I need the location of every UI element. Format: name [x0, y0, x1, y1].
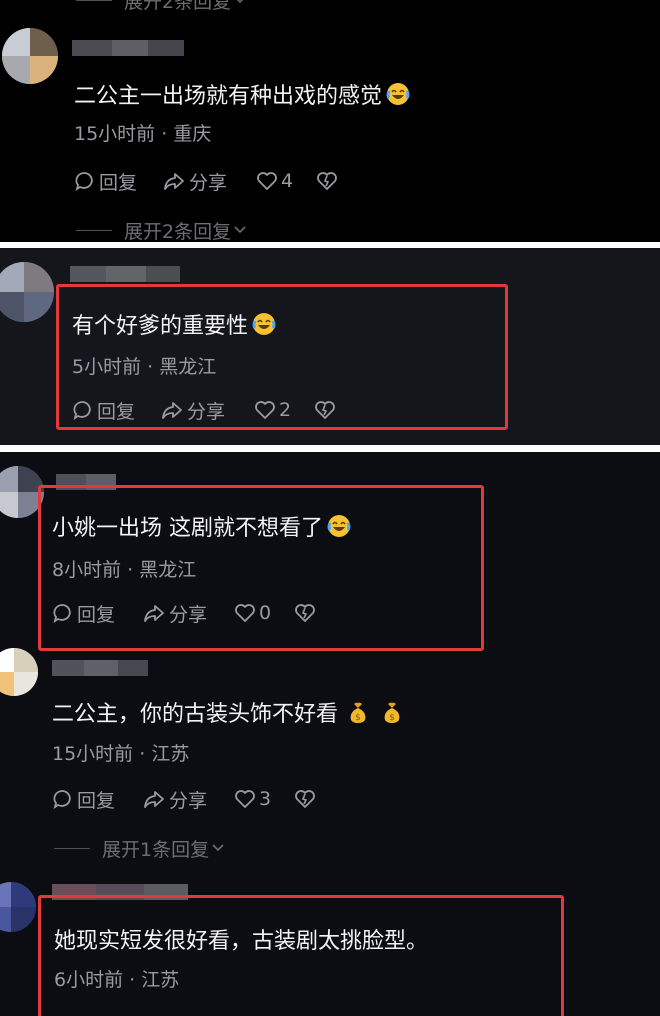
- avatar[interactable]: [0, 262, 54, 322]
- comment-panel-1: 展开2条回复 二公主一出场就有种出戏的感觉 15小时前 · 重庆 回复 分享 4: [0, 0, 660, 242]
- username-blurred[interactable]: [70, 266, 180, 282]
- separator-dot: ·: [139, 743, 146, 765]
- expand-replies-top[interactable]: 展开2条回复: [76, 0, 247, 13]
- reply-label: 回复: [99, 171, 138, 194]
- divider-line: [76, 229, 112, 231]
- divider-line: [54, 847, 90, 849]
- expand-replies-label: 展开1条回复: [102, 838, 210, 861]
- comment-text-content: 二公主，你的古装头饰不好看: [52, 702, 339, 727]
- comment-actions: 回复 分享 4: [74, 168, 374, 194]
- expand-replies-label: 展开2条回复: [124, 0, 232, 13]
- share-label: 分享: [169, 789, 208, 812]
- comment-text-content: 二公主一出场就有种出戏的感觉: [74, 84, 383, 109]
- money-bag-emoji-icon: $: [350, 702, 366, 723]
- comment-meta: 15小时前 · 重庆: [74, 122, 211, 146]
- comment-bubble-icon: [75, 172, 93, 192]
- heart-icon: [235, 790, 255, 808]
- broken-heart-icon: [295, 790, 315, 808]
- expand-replies-label: 展开2条回复: [124, 220, 232, 243]
- reply-label: 回复: [77, 789, 116, 812]
- avatar[interactable]: [0, 882, 36, 932]
- username-blurred[interactable]: [52, 660, 148, 676]
- dislike-button[interactable]: [294, 786, 316, 812]
- like-count: 4: [281, 170, 294, 192]
- svg-text:$: $: [389, 713, 395, 723]
- username-blurred[interactable]: [72, 40, 184, 56]
- highlight-box: [56, 284, 508, 430]
- location: 江苏: [151, 743, 190, 765]
- chevron-down-icon: [234, 226, 246, 234]
- broken-heart-icon: [317, 172, 337, 190]
- avatar[interactable]: [0, 648, 38, 696]
- reply-button[interactable]: 回复: [74, 168, 137, 194]
- chevron-down-icon: [212, 844, 224, 852]
- share-button[interactable]: 分享: [162, 168, 227, 194]
- highlight-box: [38, 895, 564, 1016]
- comment-text: 二公主，你的古装头饰不好看 $ $: [52, 700, 402, 729]
- dislike-button[interactable]: [316, 168, 338, 194]
- timestamp: 15小时前: [52, 743, 134, 765]
- separator-dot: ·: [161, 123, 168, 145]
- share-arrow-icon: [144, 791, 164, 808]
- like-count: 3: [259, 788, 272, 810]
- divider-line: [76, 0, 112, 1]
- expand-replies[interactable]: 展开1条回复: [54, 836, 225, 861]
- money-bag-emoji-icon: $: [384, 702, 400, 723]
- location: 重庆: [173, 123, 212, 145]
- highlight-box: [38, 485, 484, 651]
- comment-bubble-icon: [53, 790, 71, 810]
- comment-panel-2: 有个好爹的重要性 5小时前 · 黑龙江 回复 分享 2: [0, 248, 660, 445]
- comment-actions: 回复 分享 3: [52, 786, 352, 812]
- share-button[interactable]: 分享: [142, 786, 207, 812]
- reply-button[interactable]: 回复: [52, 786, 115, 812]
- share-label: 分享: [189, 171, 228, 194]
- like-button[interactable]: 3: [234, 786, 271, 812]
- comment-text: 二公主一出场就有种出戏的感觉: [74, 82, 410, 111]
- laughing-crying-emoji-icon: [386, 83, 410, 105]
- like-button[interactable]: 4: [256, 168, 293, 194]
- comment-meta: 15小时前 · 江苏: [52, 742, 189, 766]
- heart-icon: [257, 172, 277, 190]
- expand-replies[interactable]: 展开2条回复: [76, 218, 247, 242]
- svg-text:$: $: [355, 713, 361, 723]
- comment-panel-3: 小姚一出场 这剧就不想看了 8小时前 · 黑龙江 回复 分享 0 二公主，你的古…: [0, 452, 660, 1016]
- timestamp: 15小时前: [74, 123, 156, 145]
- avatar[interactable]: [2, 28, 58, 84]
- share-arrow-icon: [164, 173, 184, 190]
- chevron-down-icon: [236, 0, 244, 4]
